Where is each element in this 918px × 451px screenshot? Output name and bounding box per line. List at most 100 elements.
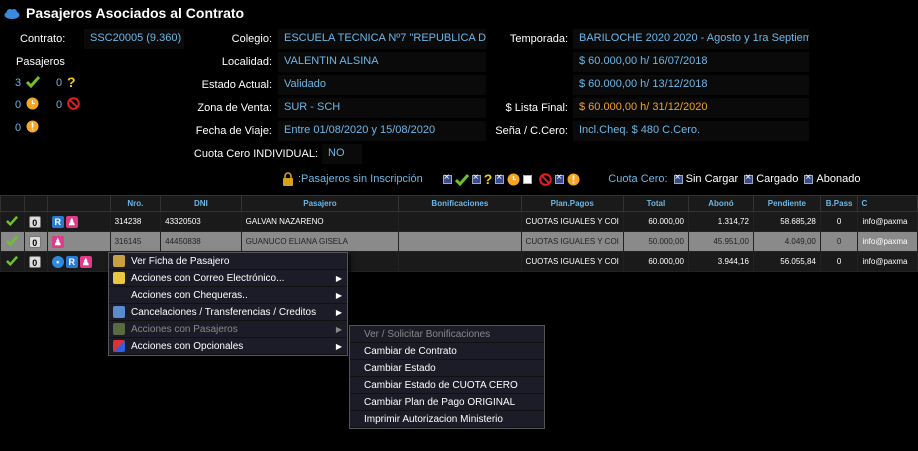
block-icon <box>67 97 80 110</box>
count-question: 0 <box>56 77 63 89</box>
warning-icon <box>26 120 39 133</box>
family-icon[interactable]: ♟ <box>65 215 78 228</box>
cell-pendiente: 56.055,84 <box>752 251 821 272</box>
col-bpass[interactable]: B.Pass <box>819 195 859 212</box>
lista-label: $ Lista Final: <box>505 102 568 114</box>
submenu-bonificaciones[interactable]: Ver / Solicitar Bonificaciones <box>350 326 544 343</box>
filter-clock-checkbox[interactable] <box>495 172 505 184</box>
email-icon <box>113 272 125 284</box>
cuota-cero-badge[interactable]: 0 <box>28 215 41 228</box>
cell-dni: 43320503 <box>160 211 242 232</box>
temporada-label: Temporada: <box>509 33 568 45</box>
submenu-imprimir-autorizacion[interactable]: Imprimir Autorizacion Ministerio <box>350 411 544 428</box>
cell-plan: CUOTAS IGUALES Y COI <box>520 231 624 252</box>
cell-email: info@paxma <box>857 251 918 272</box>
legend-cuota-cero: Cuota Cero: <box>608 173 668 185</box>
filter-ok-checkbox[interactable] <box>442 172 452 184</box>
col-pasajero[interactable]: Pasajero <box>240 195 400 212</box>
sena-value: Incl.Cheq. $ 480 C.Cero. <box>573 121 809 141</box>
cell-total: 60.000,00 <box>622 251 689 272</box>
menu-chequeras[interactable]: Acciones con Chequeras.. ▶ <box>109 287 347 304</box>
cell-email: info@paxma <box>857 231 918 252</box>
check-icon <box>6 255 19 267</box>
message-icon[interactable]: • <box>51 255 64 268</box>
cuota-cero-badge[interactable]: 0 <box>28 255 41 268</box>
menu-opcionales[interactable]: Acciones con Opcionales ▶ <box>109 338 347 355</box>
col-c[interactable]: C <box>857 195 918 212</box>
page-title: Pasajeros Asociados al Contrato <box>26 5 245 21</box>
col-abono[interactable]: Abonó <box>687 195 754 212</box>
cuota-value: NO <box>322 144 362 164</box>
arrow-right-icon: ▶ <box>335 341 342 351</box>
fecha-label: Fecha de Viaje: <box>195 125 272 137</box>
col-total[interactable]: Total <box>622 195 689 212</box>
submenu-cambiar-plan[interactable]: Cambiar Plan de Pago ORIGINAL <box>350 394 544 411</box>
cell-abono: 3.944,16 <box>687 251 754 272</box>
check-icon <box>6 235 19 247</box>
cell-plan: CUOTAS IGUALES Y COI <box>520 211 624 232</box>
legend-sin-inscripcion: :Pasajeros sin Inscripción <box>298 173 423 185</box>
count-clock: 0 <box>15 99 22 111</box>
pasajeros-label: Pasajeros <box>16 56 65 68</box>
zona-label: Zona de Venta: <box>197 102 272 114</box>
localidad-label: Localidad: <box>221 56 272 68</box>
cell-email: info@paxma <box>857 211 918 232</box>
cell-bonif <box>398 231 522 252</box>
menu-cancelaciones[interactable]: Cancelaciones / Transferencias / Credito… <box>109 304 347 321</box>
question-icon: ? <box>67 74 76 90</box>
table-row[interactable]: 0 R ♟ 314238 43320503 GALVAN NAZARENO CUO… <box>0 211 918 232</box>
check-icon <box>26 76 40 88</box>
col-nro[interactable]: Nro. <box>109 195 162 212</box>
menu-correo[interactable]: Acciones con Correo Electrónico... ▶ <box>109 270 347 287</box>
table-header: Nro. DNI Pasajero Bonificaciones Plan.Pa… <box>0 195 918 212</box>
cell-dni: 44450838 <box>160 231 242 252</box>
warning-icon <box>567 173 580 185</box>
question-icon: ? <box>483 171 493 187</box>
abonado-checkbox[interactable] <box>804 172 814 184</box>
cell-nro: 314238 <box>109 211 162 232</box>
cell-pasajero: GUANUCO ELIANA GISELA <box>240 231 400 252</box>
cell-bonif <box>398 251 522 272</box>
submenu-cambiar-estado[interactable]: Cambiar Estado <box>350 360 544 377</box>
menu-ver-ficha[interactable]: Ver Ficha de Pasajero <box>109 253 347 270</box>
price-1: $ 60.000,00 h/ 16/07/2018 <box>573 52 809 72</box>
filter-block-checkbox[interactable] <box>523 174 533 184</box>
cell-pendiente: 58.685,28 <box>752 211 821 232</box>
lista-value: $ 60.000,00 h/ 31/12/2020 <box>573 98 809 118</box>
col-pendiente[interactable]: Pendiente <box>752 195 821 212</box>
cell-pasajero: GALVAN NAZARENO <box>240 211 400 232</box>
colegio-label: Colegio: <box>231 33 272 45</box>
family-icon[interactable]: ♟ <box>79 255 92 268</box>
filter-question-checkbox[interactable] <box>471 172 481 184</box>
count-ok: 3 <box>15 77 22 89</box>
r-icon[interactable]: R <box>65 255 78 268</box>
localidad-value: VALENTIN ALSINA <box>278 52 486 72</box>
options-icon <box>113 340 125 352</box>
arrow-right-icon: ▶ <box>335 273 342 283</box>
cell-bonif <box>398 211 522 232</box>
col-bonificaciones[interactable]: Bonificaciones <box>398 195 522 212</box>
submenu-cambiar-contrato[interactable]: Cambiar de Contrato <box>350 343 544 360</box>
arrow-right-icon: ▶ <box>335 290 342 300</box>
cuota-cero-badge[interactable]: 0 <box>28 235 41 248</box>
col-dni[interactable]: DNI <box>160 195 242 212</box>
col-plan-pagos[interactable]: Plan.Pagos <box>520 195 624 212</box>
r-icon[interactable]: R <box>51 215 64 228</box>
check-icon <box>454 173 469 186</box>
arrow-right-icon: ▶ <box>335 324 342 334</box>
cloud-icon <box>4 8 20 19</box>
filter-warning-checkbox[interactable] <box>555 172 565 184</box>
fecha-value: Entre 01/08/2020 y 15/08/2020 <box>278 121 486 141</box>
context-menu: Ver Ficha de Pasajero Acciones con Corre… <box>108 252 348 356</box>
submenu-cambiar-cuota-cero[interactable]: Cambiar Estado de CUOTA CERO <box>350 377 544 394</box>
menu-pasajeros[interactable]: Acciones con Pasajeros ▶ <box>109 321 347 338</box>
cell-bpass: 0 <box>819 251 859 272</box>
sin-cargar-label: Sin Cargar <box>685 173 739 185</box>
cell-bpass: 0 <box>819 211 859 232</box>
family-icon[interactable]: ♟ <box>51 235 64 248</box>
sin-cargar-checkbox[interactable] <box>673 172 683 184</box>
block-icon <box>539 172 553 186</box>
cargado-checkbox[interactable] <box>744 172 754 184</box>
table-row-selected[interactable]: 0 ♟ 316145 44450838 GUANUCO ELIANA GISEL… <box>0 231 918 252</box>
contrato-label: Contrato: <box>20 33 66 45</box>
